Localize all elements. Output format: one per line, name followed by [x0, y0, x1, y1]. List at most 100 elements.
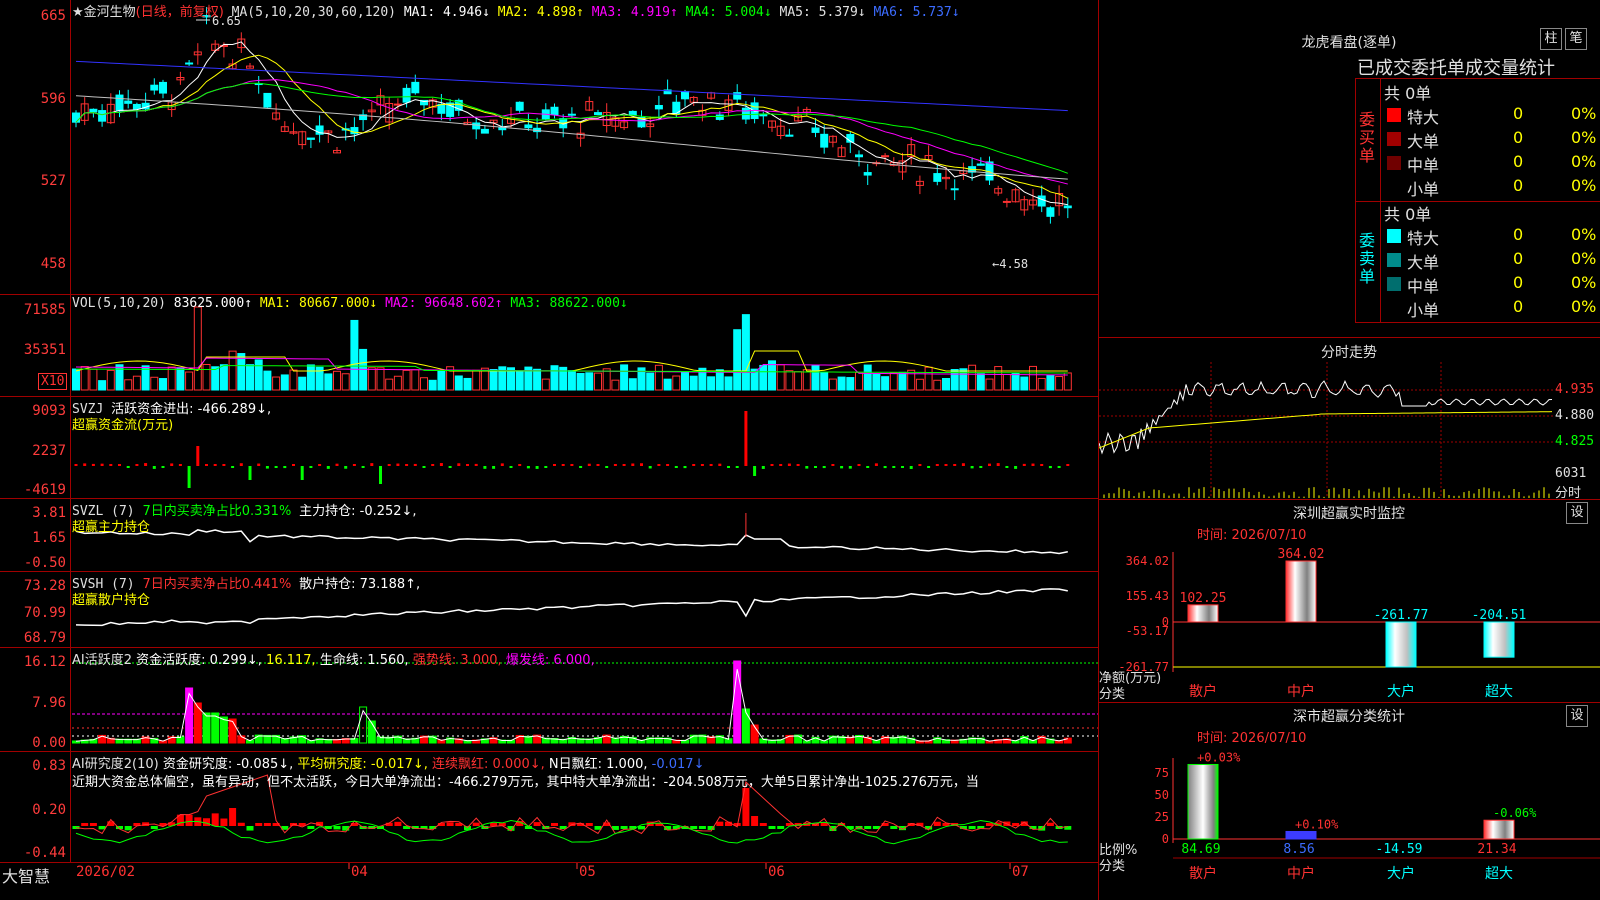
- volume-bar: [376, 367, 385, 391]
- volume-bar: [611, 379, 620, 391]
- research-bar: [203, 818, 210, 826]
- monitor-category-label: 中户: [1287, 683, 1315, 700]
- fund-flow-bar: [866, 466, 870, 468]
- volume-bar: [176, 367, 185, 391]
- ai-research-panel[interactable]: 0.83 0.20 -0.44 AI研究度2(10) 资金研究度: -0.085…: [0, 752, 1098, 863]
- fund-flow-bar: [422, 466, 426, 468]
- fund-flow-bar: [631, 463, 635, 466]
- fund-flow-bar: [300, 466, 304, 480]
- fund-flow-bar: [814, 466, 817, 468]
- stock-name[interactable]: ★金河生物: [72, 5, 136, 20]
- candle-body: [1046, 207, 1055, 217]
- sz-monitor-panel: 深圳超赢实时监控 设 时间: 2026/07/10 364.02 155.43 0-…: [1099, 500, 1600, 703]
- candle-body: [594, 112, 602, 116]
- vol-ma1: MA1: 80667.000↓: [259, 296, 378, 311]
- class-category-label: 超大: [1485, 866, 1513, 882]
- fund-flow-bar: [857, 464, 861, 466]
- vol-title: VOL(5,10,20): [72, 296, 166, 311]
- ai1-burstline: 爆发线: 6.000,: [505, 653, 595, 668]
- sell-row: 小单 0 0%: [1381, 296, 1600, 320]
- research-bar: [229, 808, 237, 826]
- intraday-panel[interactable]: 分时走势 4.935 4.880 4.825 6031 分时: [1099, 338, 1600, 501]
- fund-flow-bar: [135, 464, 139, 466]
- monitor-axis-tick: -53.17: [1126, 624, 1169, 638]
- kline-chart[interactable]: [0, 0, 1098, 294]
- research-bar: [768, 826, 776, 829]
- buy-swatch: [1387, 156, 1401, 170]
- svzl-axis-mid: 1.65: [32, 530, 66, 546]
- volume-bar: [437, 370, 446, 391]
- fund-flow-bar: [283, 466, 287, 469]
- fund-flow-bar: [74, 464, 78, 466]
- fund-flow-bar: [587, 463, 591, 466]
- candle-body: [654, 105, 663, 110]
- fund-flow-bar: [535, 466, 539, 469]
- candle-body: [785, 134, 794, 137]
- sell-total: 共 0单: [1384, 205, 1432, 224]
- candle-body: [89, 108, 98, 113]
- vol-ma3: MA3: 88622.000↓: [510, 296, 628, 311]
- ma-header: MA(5,10,20,30,60,120): [231, 5, 397, 20]
- svzj-subtitle: 超赢资金流(万元): [72, 418, 174, 433]
- volume-bar: [393, 375, 402, 391]
- ai2-axis-mid: 0.20: [32, 802, 66, 818]
- candle-body: [715, 114, 724, 120]
- fund-flow-bar: [466, 464, 469, 466]
- volume-bar: [881, 376, 890, 391]
- chart-mode-bar-button[interactable]: 柱: [1540, 28, 1562, 50]
- buy-row-pct: 0%: [1571, 176, 1597, 195]
- fund-flow-bar: [213, 464, 217, 466]
- volume-bar: [689, 375, 698, 391]
- fund-flow-bar: [335, 463, 339, 466]
- volume-bar: [402, 369, 411, 391]
- sell-row-count: 0: [1513, 297, 1524, 316]
- svzl-panel[interactable]: 3.81 1.65 -0.50 SVZL (7) 7日内买卖净占比0.331% …: [0, 499, 1098, 572]
- candle-body: [855, 154, 863, 158]
- period-label[interactable]: (日线，前复权): [136, 5, 224, 20]
- candle-body: [976, 163, 985, 166]
- ai-active-panel[interactable]: 16.12 7.96 0.00 AI活跃度2 资金活跃度: 0.299↓, 16…: [0, 648, 1098, 752]
- fund-flow-bar: [657, 464, 661, 466]
- ai2-n-day-red: N日飘红: 1.000,: [548, 757, 648, 772]
- volume-bar: [820, 371, 829, 391]
- volume-bar: [1002, 374, 1011, 391]
- buy-row-count: 0: [1513, 176, 1524, 195]
- fund-flow-bar: [901, 466, 904, 468]
- sell-row-label: 小单: [1407, 301, 1440, 320]
- ma4-line: [75, 82, 1068, 174]
- monitor-category-label: 散户: [1189, 683, 1217, 700]
- buy-row-count: 0: [1513, 128, 1524, 147]
- svzj-panel[interactable]: 9093 2237 -4619 SVZJ 活跃资金进出: -466.289↓, …: [0, 397, 1098, 499]
- volume-bar: [985, 378, 994, 391]
- fund-flow-bar: [848, 466, 852, 469]
- fund-flow-bar: [239, 463, 243, 466]
- activity-bar: [741, 708, 750, 744]
- fund-flow-bar: [309, 466, 313, 468]
- ai1-activity: 资金活跃度: 0.299↓,: [136, 653, 262, 668]
- fund-flow-bar: [770, 464, 774, 466]
- candle-body: [741, 107, 750, 120]
- volume-bar: [567, 370, 576, 391]
- candle-body: [402, 87, 411, 103]
- vol-axis-top: 71585: [23, 302, 66, 318]
- volume-bar: [968, 364, 977, 391]
- volume-bar: [837, 376, 846, 391]
- volume-bar: [794, 371, 803, 391]
- monitor-bar-value: 364.02: [1278, 547, 1325, 562]
- kline-panel[interactable]: 665 596 527 458 ★金河生物(日线，前复权) MA(5,10,20…: [0, 0, 1098, 295]
- candle-body: [567, 113, 576, 116]
- candle-body: [98, 110, 107, 122]
- intraday-chart[interactable]: [1099, 338, 1600, 499]
- fund-flow-bar: [683, 466, 687, 469]
- chart-mode-tick-button[interactable]: 笔: [1565, 28, 1587, 50]
- research-bar: [759, 823, 767, 826]
- svsh-panel[interactable]: 73.28 70.99 68.79 SVSH (7) 7日内买卖净占比0.441…: [0, 572, 1098, 648]
- volume-bar: [150, 376, 159, 391]
- volume-bar: [428, 379, 437, 391]
- candle-body: [933, 173, 942, 182]
- svsh-position: 散户持仓: 73.188↑,: [299, 577, 421, 592]
- volume-panel[interactable]: 71585 35351 X10 VOL(5,10,20) 83625.000↑ …: [0, 295, 1098, 397]
- volume-bar: [872, 373, 881, 391]
- intraday-vol-tick: 6031: [1555, 466, 1587, 481]
- volume-bar: [550, 365, 559, 391]
